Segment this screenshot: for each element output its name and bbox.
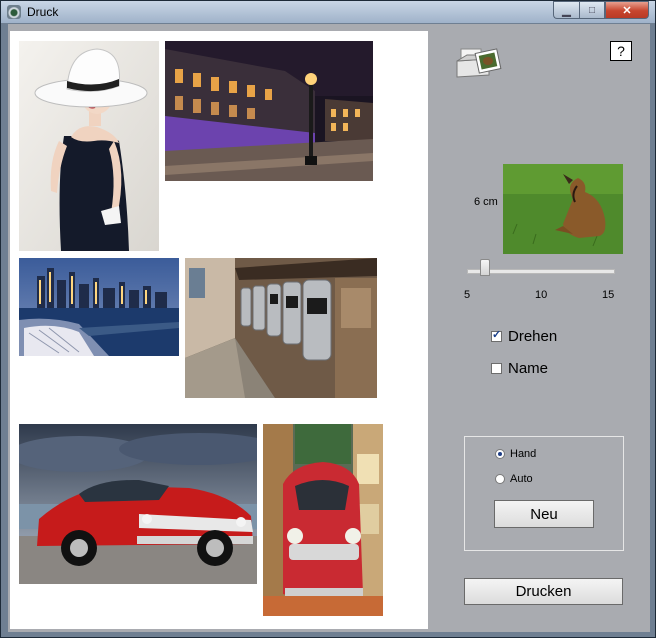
slider-tick-min: 5 [464, 289, 471, 301]
name-checkbox-label: Name [508, 360, 549, 377]
minimize-icon: ▁ [562, 4, 571, 17]
title-bar[interactable]: Druck ▁ □ ✕ [1, 1, 655, 23]
new-button[interactable]: Neu [494, 500, 594, 528]
printer-icon [456, 48, 502, 78]
maximize-icon: □ [588, 4, 596, 16]
photo-red-classic-car[interactable] [19, 424, 257, 584]
close-button[interactable]: ✕ [605, 1, 649, 19]
window-controls: ▁ □ ✕ [553, 1, 649, 19]
checkbox-unchecked-icon [491, 363, 502, 374]
minimize-button[interactable]: ▁ [553, 1, 579, 19]
photo-city-square-night[interactable] [165, 41, 373, 181]
rotate-checkbox-label: Drehen [508, 328, 558, 345]
photo-city-skyline[interactable] [19, 258, 179, 356]
radio-auto-label: Auto [510, 473, 533, 485]
print-window: Druck ▁ □ ✕ ? 6 cm 5 10 15 ✓ Drehen Name… [0, 0, 656, 638]
photo-woman-hat[interactable] [19, 41, 159, 251]
name-checkbox[interactable]: Name [491, 360, 548, 377]
help-button[interactable]: ? [610, 41, 632, 61]
size-slider-thumb[interactable] [480, 259, 490, 276]
maximize-button[interactable]: □ [579, 1, 605, 19]
close-icon: ✕ [622, 4, 632, 17]
printer-icon-wrap [455, 45, 503, 85]
print-layout-canvas[interactable] [10, 31, 428, 629]
checkbox-checked-icon [491, 328, 502, 342]
preview-image [503, 164, 623, 254]
photo-payphones[interactable] [185, 258, 377, 398]
radio-hand[interactable]: Hand [495, 448, 536, 460]
dialog-body: ? 6 cm 5 10 15 Drehen Name [8, 24, 650, 632]
photo-vintage-car-street[interactable] [263, 424, 383, 616]
radio-unselected-icon [495, 474, 505, 484]
window-title: Druck [27, 5, 59, 19]
size-label: 6 cm [474, 196, 498, 208]
slider-tick-max: 15 [602, 289, 615, 301]
slider-tick-mid: 10 [535, 289, 548, 301]
radio-hand-label: Hand [510, 448, 537, 460]
rotate-checkbox[interactable]: Drehen [491, 328, 557, 345]
radio-selected-icon [495, 449, 505, 459]
radio-auto[interactable]: Auto [495, 473, 533, 485]
mode-group: Hand Auto Neu [464, 436, 624, 551]
app-icon [7, 5, 21, 19]
print-button[interactable]: Drucken [464, 578, 623, 605]
